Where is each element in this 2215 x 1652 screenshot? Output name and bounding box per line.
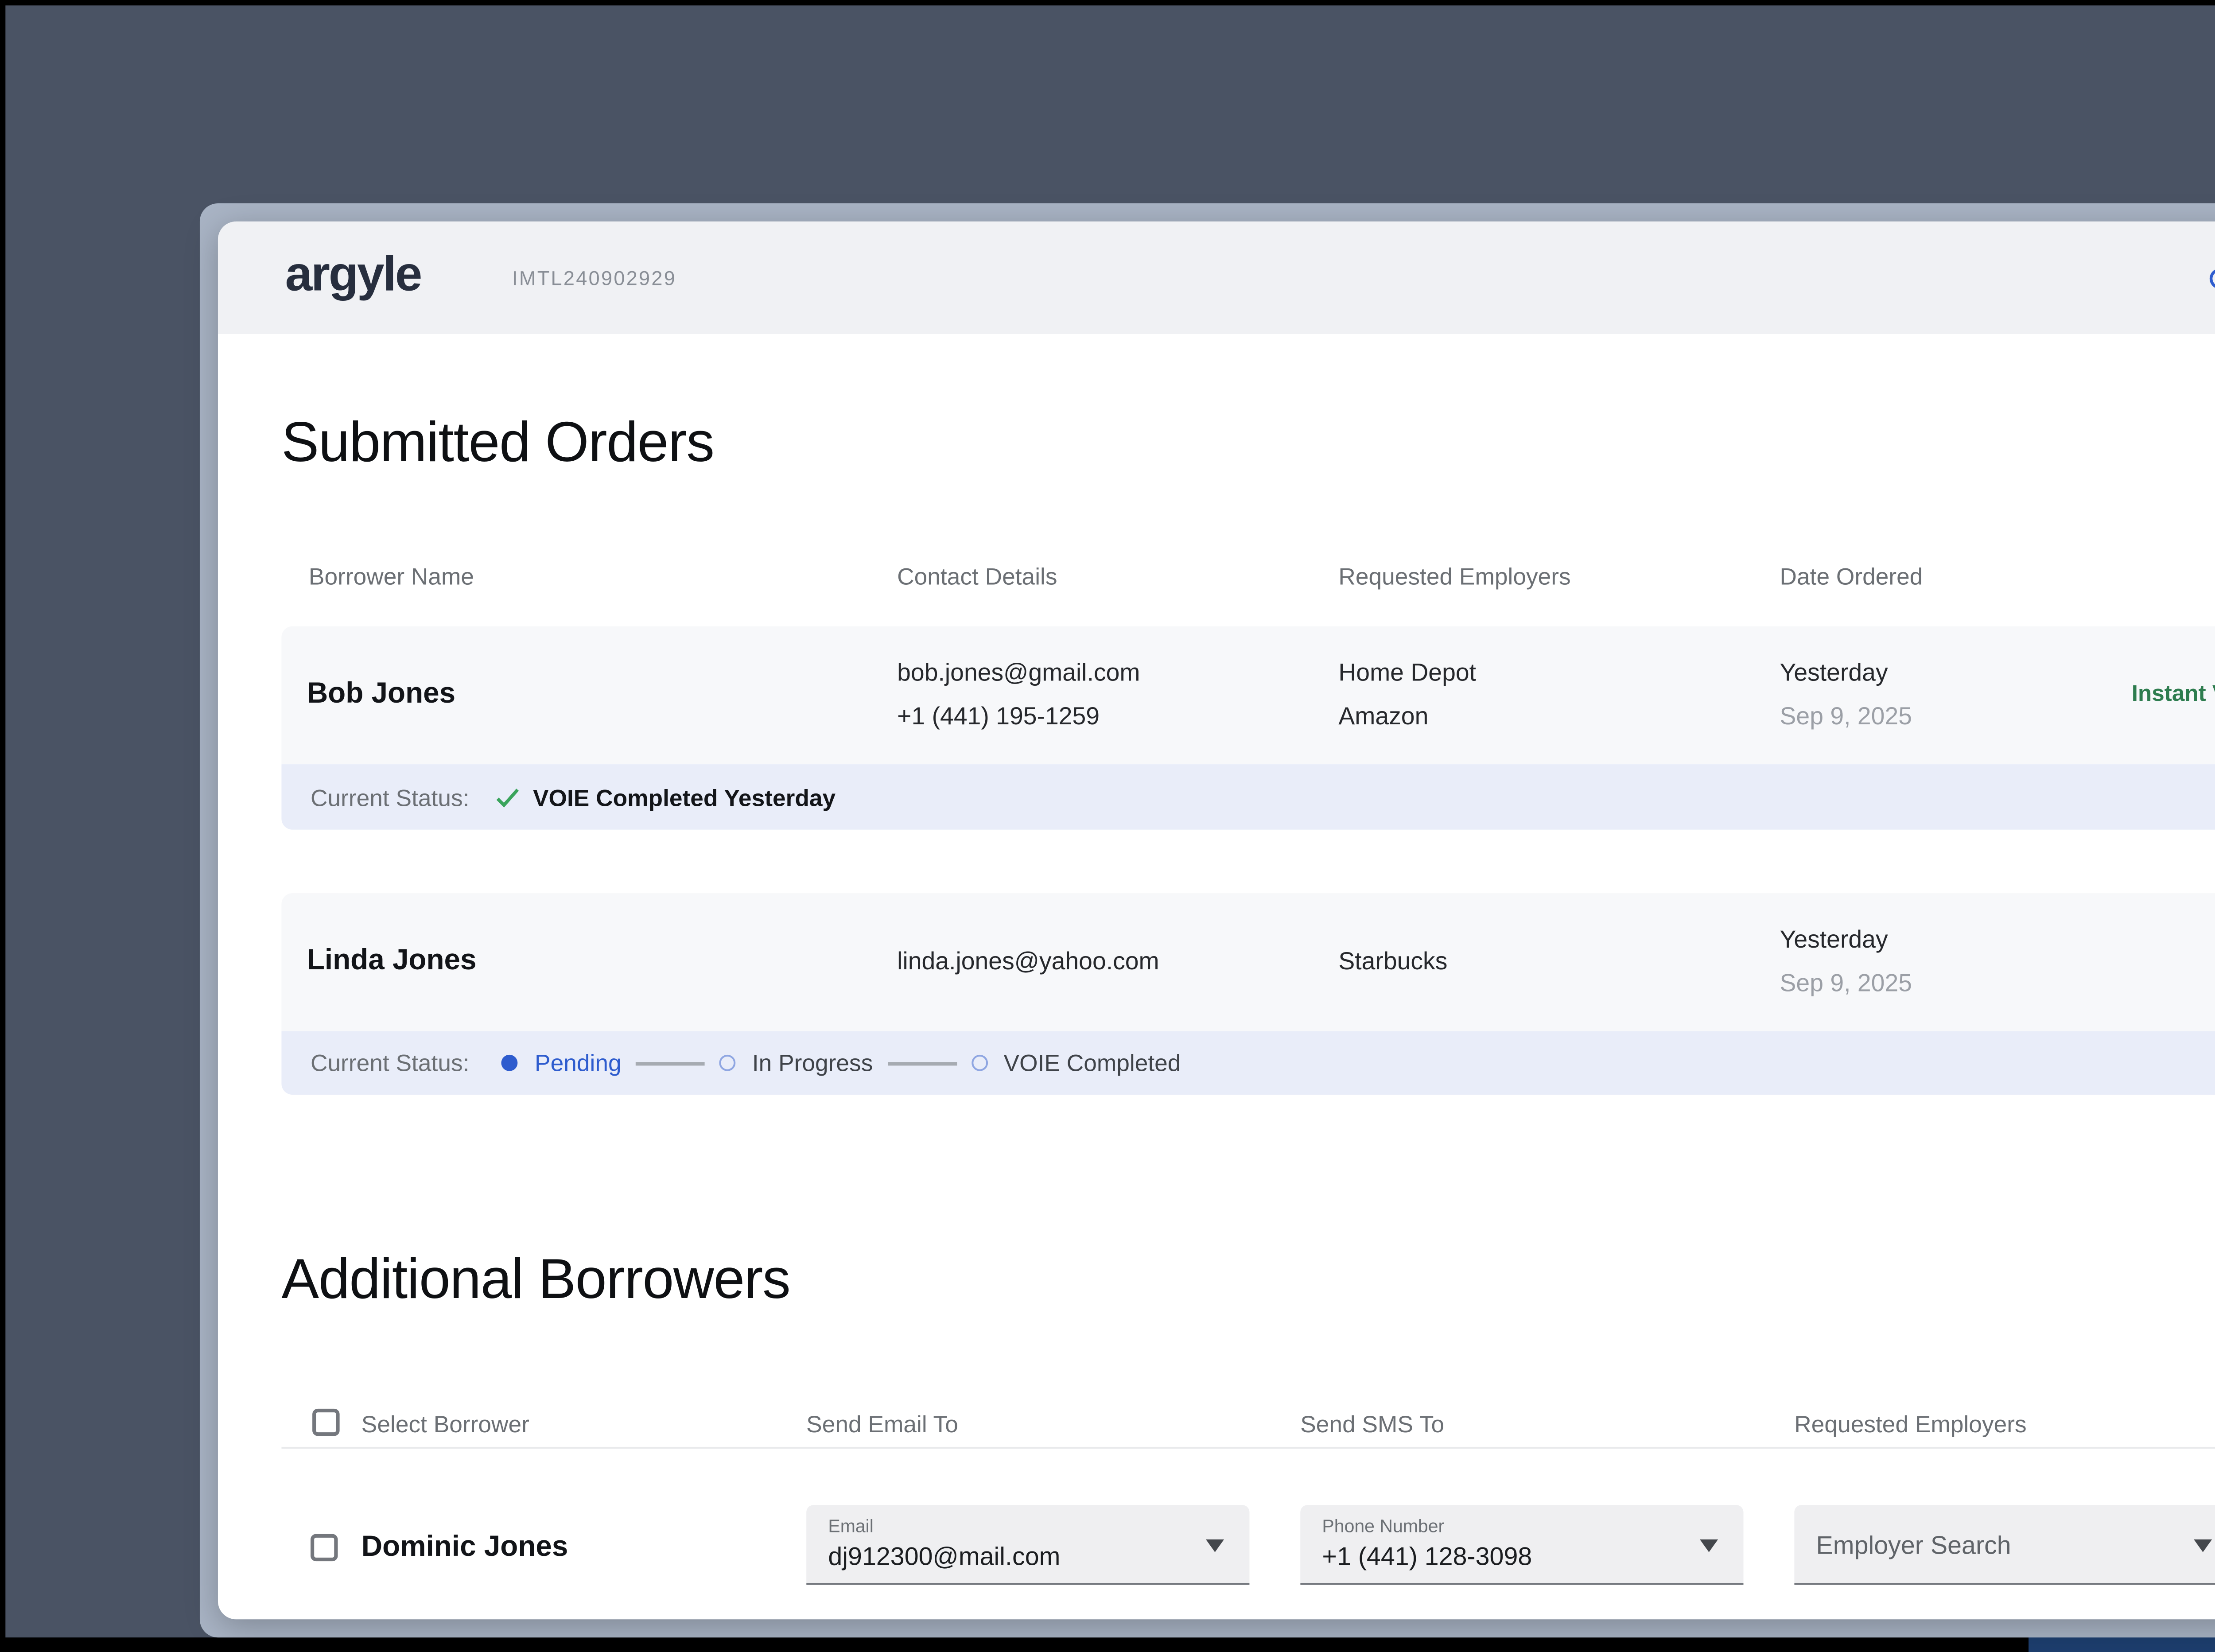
date-absolute: Sep 9, 2025: [1780, 969, 1912, 997]
header-divider: [281, 1446, 2215, 1449]
email-field-value: dj912300@mail.com: [828, 1541, 1061, 1570]
step-dot-pending: [502, 1054, 519, 1071]
column-header-requested-employers: Requested Employers: [1794, 1410, 2027, 1438]
email-select-field[interactable]: Email dj912300@mail.com: [806, 1505, 1250, 1585]
select-borrower-checkbox[interactable]: [311, 1534, 338, 1562]
step-label-in-progress: In Progress: [752, 1049, 873, 1077]
check-icon: [497, 787, 520, 807]
status-completed-text: VOIE Completed Yesterday: [532, 783, 836, 811]
screenshot-stage: argyle IMTL240902929 Refresh Page Notifi…: [0, 0, 2215, 1652]
employer-search-placeholder: Employer Search: [1816, 1530, 2011, 1560]
contact-details: bob.jones@gmail.com +1 (441) 195-1259: [897, 652, 1140, 739]
contact-email: bob.jones@gmail.com: [897, 659, 1140, 686]
step-dot-voie-completed: [971, 1054, 987, 1071]
status-strip: Current Status: VOIE Completed Yesterday: [281, 764, 2215, 830]
step-connector: [636, 1061, 705, 1065]
requested-employers: Starbucks: [1338, 941, 1447, 984]
header-actions: Refresh Page Notifications Close: [2181, 222, 2215, 334]
requested-employers: Home Depot Amazon: [1338, 652, 1476, 739]
column-header-contact-details: Contact Details: [897, 563, 1057, 590]
chevron-down-icon: [1206, 1539, 1224, 1552]
column-header-requested-employers: Requested Employers: [1338, 563, 1571, 590]
employer-item: Starbucks: [1338, 948, 1448, 975]
card-header: argyle IMTL240902929 Refresh Page Notifi…: [218, 221, 2215, 334]
refresh-icon: [2206, 264, 2215, 291]
borrower-name: Dominic Jones: [361, 1532, 568, 1563]
instant-verification-note: Instant Verification Available: [2132, 681, 2215, 706]
column-header-send-sms-to: Send SMS To: [1300, 1410, 1445, 1438]
column-header-select-borrower: Select Borrower: [361, 1410, 529, 1438]
refresh-page-button[interactable]: Refresh Page: [2181, 222, 2215, 334]
contact-details: linda.jones@yahoo.com: [897, 941, 1159, 984]
status-strip: Current Status: Pending In Progress VOIE…: [281, 1031, 2215, 1095]
date-absolute: Sep 9, 2025: [1780, 702, 1912, 730]
table-row: Linda Jones linda.jones@yahoo.com Starbu…: [281, 893, 2215, 1031]
current-status-label: Current Status:: [311, 1049, 470, 1077]
phone-field-label: Phone Number: [1322, 1517, 1445, 1538]
employer-item: Amazon: [1338, 702, 1429, 730]
employer-search-field[interactable]: Employer Search: [1794, 1505, 2215, 1585]
contact-phone: +1 (441) 195-1259: [897, 702, 1100, 730]
chevron-down-icon: [2194, 1539, 2212, 1552]
contact-email: linda.jones@yahoo.com: [897, 948, 1159, 975]
date-ordered: Yesterday Sep 9, 2025: [1780, 652, 1912, 739]
step-connector: [887, 1061, 956, 1065]
argyle-modal-card: argyle IMTL240902929 Refresh Page Notifi…: [218, 221, 2215, 1620]
column-header-borrower-name: Borrower Name: [308, 563, 474, 590]
step-label-voie-completed: VOIE Completed: [1003, 1049, 1181, 1077]
order-id: IMTL240902929: [512, 268, 677, 291]
chevron-down-icon: [1700, 1539, 1718, 1552]
additional-borrowers-title: Additional Borrowers: [281, 1247, 790, 1311]
column-header-date-ordered: Date Ordered: [1780, 563, 1923, 590]
step-dot-in-progress: [719, 1054, 736, 1071]
borrower-name: Bob Jones: [307, 679, 456, 710]
instant-verification-text: Instant Verification Available: [2131, 680, 2215, 707]
employer-item: Home Depot: [1338, 659, 1477, 686]
date-ordered: Yesterday Sep 9, 2025: [1780, 918, 1912, 1006]
step-label-pending: Pending: [535, 1049, 622, 1077]
phone-field-value: +1 (441) 128-3098: [1322, 1541, 1532, 1570]
order-block-linda-jones: Linda Jones linda.jones@yahoo.com Starbu…: [281, 893, 2215, 1095]
column-header-send-email-to: Send Email To: [806, 1410, 958, 1438]
date-relative: Yesterday: [1780, 925, 1888, 953]
current-status-label: Current Status:: [311, 783, 470, 811]
select-all-checkbox[interactable]: [312, 1408, 340, 1436]
date-relative: Yesterday: [1780, 659, 1888, 686]
submitted-orders-title: Submitted Orders: [281, 410, 714, 474]
phone-select-field[interactable]: Phone Number +1 (441) 128-3098: [1300, 1505, 1744, 1585]
borrower-name: Linda Jones: [307, 945, 477, 977]
table-row: Bob Jones bob.jones@gmail.com +1 (441) 1…: [281, 626, 2215, 765]
argyle-logo: argyle: [285, 247, 423, 302]
email-field-label: Email: [828, 1517, 874, 1538]
order-block-bob-jones: Bob Jones bob.jones@gmail.com +1 (441) 1…: [281, 626, 2215, 830]
